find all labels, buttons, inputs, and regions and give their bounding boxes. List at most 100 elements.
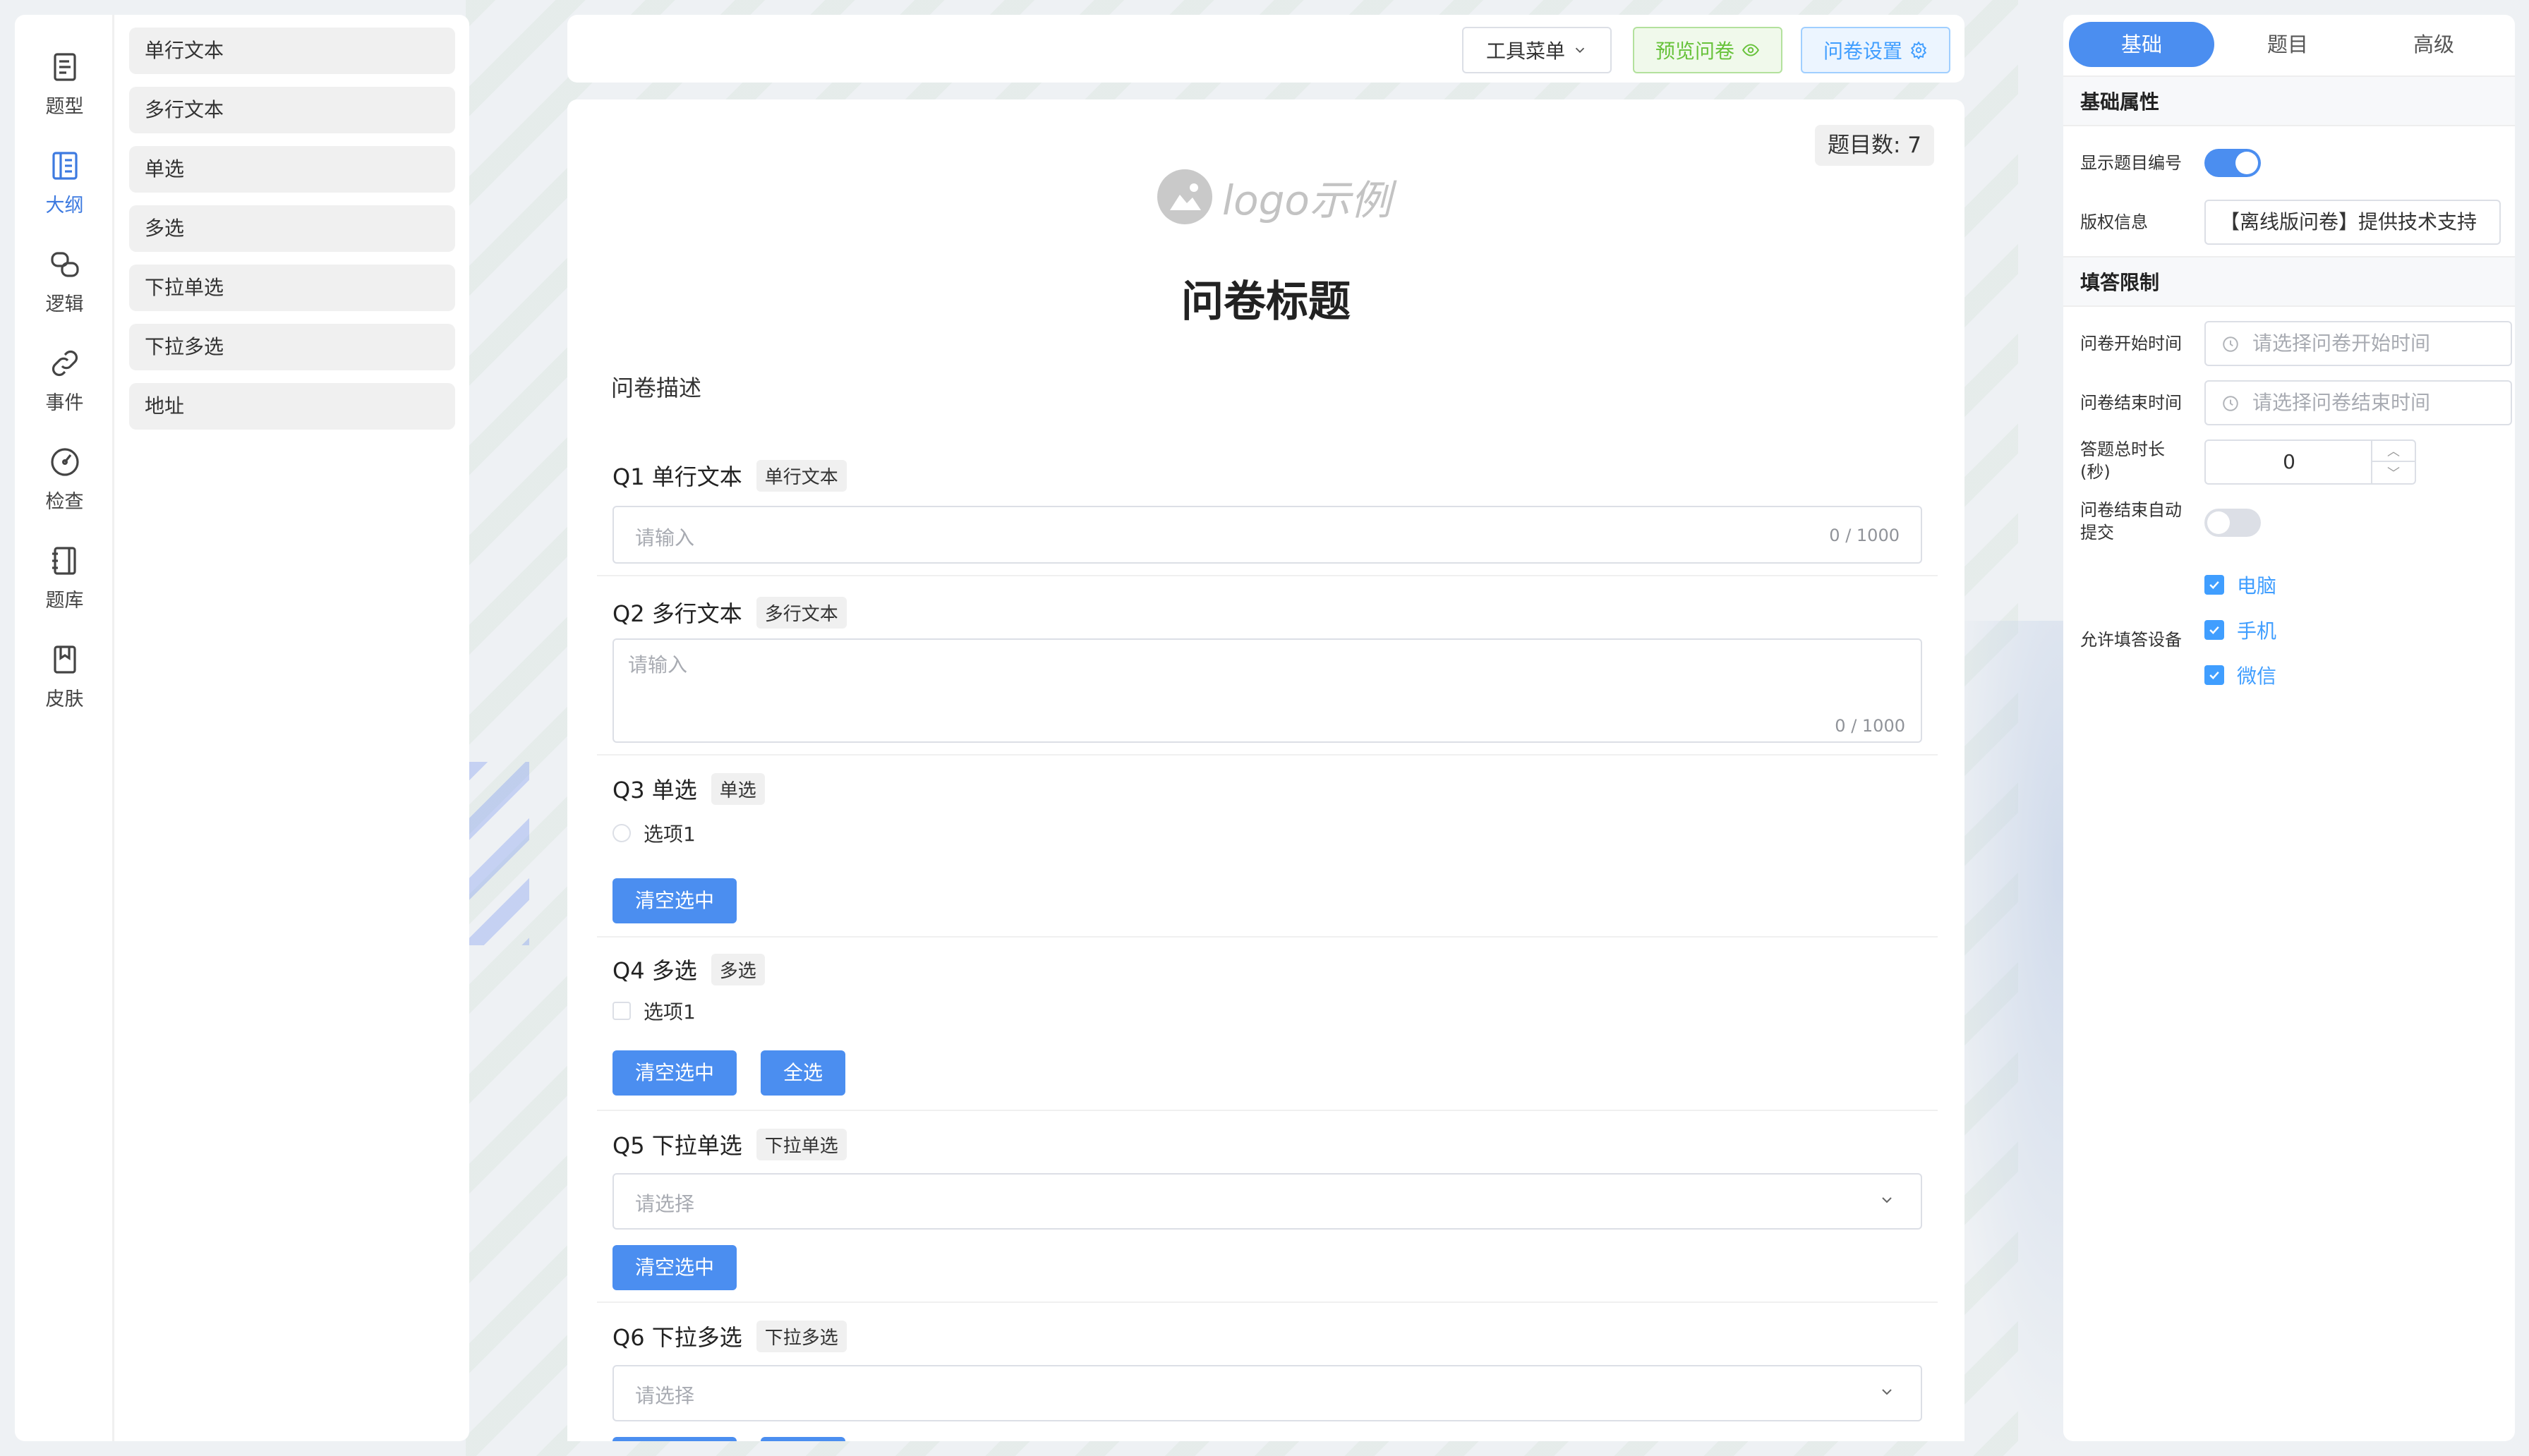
option-label: 选项1 xyxy=(644,1000,696,1024)
logo-image-icon xyxy=(1157,169,1212,224)
question-type-item[interactable]: 多行文本 xyxy=(129,87,455,133)
outline-icon xyxy=(52,152,78,180)
dropdown-multi-select[interactable]: 请选择 xyxy=(612,1365,1922,1421)
end-time-picker[interactable]: 请选择问卷结束时间 xyxy=(2204,380,2512,425)
option-label: 选项1 xyxy=(644,823,696,846)
duration-value[interactable]: 0 xyxy=(2206,441,2372,483)
nav-item-question-bank[interactable]: 题库 xyxy=(15,544,114,629)
end-time-placeholder: 请选择问卷结束时间 xyxy=(2252,391,2431,414)
checkmark-icon xyxy=(2204,620,2224,640)
auto-submit-toggle[interactable] xyxy=(2204,509,2261,537)
clear-selection-button[interactable]: 清空选中 xyxy=(612,1050,737,1096)
nav-label: 大纲 xyxy=(45,195,84,217)
start-time-label: 问卷开始时间 xyxy=(2080,334,2182,353)
select-placeholder: 请选择 xyxy=(635,1384,695,1407)
question-block[interactable]: Q5 下拉单选 下拉单选 请选择 清空选中 xyxy=(597,1111,1938,1303)
question-title: Q2 多行文本 xyxy=(612,600,742,627)
question-title: Q6 下拉多选 xyxy=(612,1324,742,1351)
survey-canvas: 题目数: 7 logo示例 问卷标题 问卷描述 Q1 单行文本 单行文本 请输入… xyxy=(567,99,1964,1441)
checkbox[interactable] xyxy=(612,1002,631,1020)
question-header: Q6 下拉多选 下拉多选 xyxy=(612,1320,847,1352)
background-decoration xyxy=(466,762,529,945)
question-block[interactable]: Q3 单选 单选 选项1 清空选中 xyxy=(597,756,1938,938)
question-type-tag: 多选 xyxy=(711,953,765,985)
question-block[interactable]: Q2 多行文本 多行文本 请输入 0 / 1000 xyxy=(597,576,1938,756)
logo-text: logo示例 xyxy=(1222,176,1392,224)
question-title: Q1 单行文本 xyxy=(612,463,742,490)
question-header: Q2 多行文本 多行文本 xyxy=(612,596,847,629)
copyright-input[interactable]: 【离线版问卷】提供技术支持 xyxy=(2204,200,2501,245)
nav-label: 检查 xyxy=(45,491,84,513)
question-type-tag: 下拉单选 xyxy=(756,1128,847,1160)
question-type-tag: 单行文本 xyxy=(756,459,847,492)
tab-questions[interactable]: 题目 xyxy=(2215,22,2360,67)
checkbox-option[interactable]: 选项1 xyxy=(612,997,696,1025)
question-type-item[interactable]: 下拉多选 xyxy=(129,324,455,370)
clear-selection-button[interactable]: 清空选中 xyxy=(612,1245,737,1290)
question-type-item[interactable]: 单行文本 xyxy=(129,28,455,74)
survey-settings-button[interactable]: 问卷设置 xyxy=(1801,27,1950,73)
clear-selection-button[interactable] xyxy=(612,1437,737,1441)
question-type-item[interactable]: 地址 xyxy=(129,383,455,430)
question-type-tag: 下拉多选 xyxy=(756,1320,847,1352)
radio-option[interactable]: 选项1 xyxy=(612,819,696,847)
question-type-tag: 多行文本 xyxy=(756,596,847,629)
nav-item-question-types[interactable]: 题型 xyxy=(15,50,114,135)
nav-item-events[interactable]: 事件 xyxy=(15,346,114,431)
chevron-up-icon[interactable]: ︿ xyxy=(2372,441,2415,462)
device-checkbox-pc[interactable]: 电脑 xyxy=(2204,571,2276,599)
settings-panel: 基础 题目 高级 基础属性 显示题目编号 版权信息 【离线版问卷】提供技术支持 … xyxy=(2063,15,2515,1441)
nav-item-outline[interactable]: 大纲 xyxy=(15,149,114,233)
show-number-toggle[interactable] xyxy=(2204,149,2261,177)
bookmark-icon xyxy=(53,645,76,674)
checkmark-icon xyxy=(2204,665,2224,685)
question-block[interactable]: Q4 多选 多选 选项1 清空选中 全选 xyxy=(597,938,1938,1111)
notebook-icon xyxy=(52,547,76,575)
question-type-item[interactable]: 多选 xyxy=(129,205,455,252)
chevron-down-icon[interactable]: ﹀ xyxy=(2372,462,2415,483)
device-checkbox-wechat[interactable]: 微信 xyxy=(2204,661,2276,689)
question-block[interactable]: Q1 单行文本 单行文本 请输入 0 / 1000 xyxy=(597,452,1938,576)
stepper-controls: ︿ ﹀ xyxy=(2371,441,2415,483)
survey-title[interactable]: 问卷标题 xyxy=(567,267,1964,329)
question-type-tag: 单选 xyxy=(711,772,765,805)
device-label: 手机 xyxy=(2237,619,2277,643)
input-placeholder: 请输入 xyxy=(635,526,695,550)
icon-nav: 题型 大纲 逻辑 事件 检查 题库 皮肤 xyxy=(15,15,114,1441)
tools-menu-button[interactable]: 工具菜单 xyxy=(1462,27,1612,73)
nav-label: 题型 xyxy=(45,96,84,118)
dropdown-select[interactable]: 请选择 xyxy=(612,1173,1922,1230)
question-type-item[interactable]: 单选 xyxy=(129,146,455,193)
nav-item-logic[interactable]: 逻辑 xyxy=(15,248,114,332)
question-header: Q5 下拉单选 下拉单选 xyxy=(612,1128,847,1160)
question-title: Q3 单选 xyxy=(612,777,697,803)
preview-label: 预览问卷 xyxy=(1655,40,1734,63)
nav-item-skin[interactable]: 皮肤 xyxy=(15,643,114,727)
toggle-knob xyxy=(2235,152,2258,174)
question-type-item[interactable]: 下拉单选 xyxy=(129,265,455,311)
text-input[interactable]: 请输入 0 / 1000 xyxy=(612,506,1922,564)
question-block[interactable]: Q6 下拉多选 下拉多选 请选择 xyxy=(597,1303,1938,1441)
nav-item-check[interactable]: 检查 xyxy=(15,445,114,530)
survey-description[interactable]: 问卷描述 xyxy=(611,370,701,403)
gear-icon xyxy=(1910,41,1927,59)
device-checkbox-mobile[interactable]: 手机 xyxy=(2204,616,2276,644)
logic-icon xyxy=(50,252,79,277)
eye-icon xyxy=(1742,44,1759,56)
clear-selection-button[interactable]: 清空选中 xyxy=(612,878,737,923)
chevron-down-icon xyxy=(1882,1389,1892,1395)
select-all-button[interactable]: 全选 xyxy=(761,1050,845,1096)
document-icon xyxy=(53,53,76,81)
device-label: 微信 xyxy=(2237,665,2277,688)
radio-button[interactable] xyxy=(612,824,631,842)
tab-advanced[interactable]: 高级 xyxy=(2361,22,2506,67)
duration-label-line2: (秒) xyxy=(2080,462,2111,482)
duration-stepper[interactable]: 0 ︿ ﹀ xyxy=(2204,439,2416,485)
tab-basic[interactable]: 基础 xyxy=(2069,22,2214,67)
select-all-button[interactable] xyxy=(761,1437,845,1441)
textarea-input[interactable]: 请输入 0 / 1000 xyxy=(612,638,1922,743)
link-icon xyxy=(52,350,78,377)
preview-button[interactable]: 预览问卷 xyxy=(1633,27,1782,73)
start-time-picker[interactable]: 请选择问卷开始时间 xyxy=(2204,321,2512,366)
char-counter: 0 / 1000 xyxy=(1835,716,1905,736)
